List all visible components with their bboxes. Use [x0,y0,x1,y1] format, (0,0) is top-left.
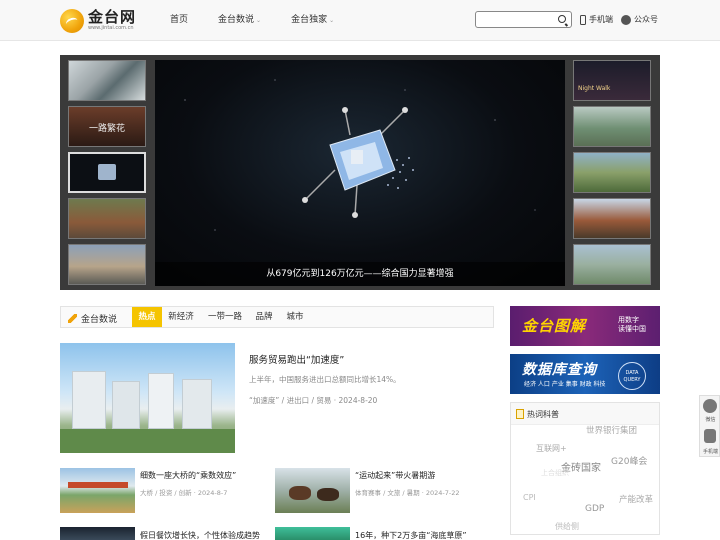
phone-icon [580,14,586,25]
banner-thumb-active[interactable] [68,152,146,193]
hot-word[interactable]: G20峰会 [611,454,647,467]
tab-new-economy[interactable]: 新经济 [165,307,197,327]
site-logo[interactable]: 金台网 www.jintai.com.cn [60,9,136,33]
banner-thumb[interactable]: Night Walk [573,60,651,101]
news-title[interactable]: 假日餐饮增长快，个性体验成趋势 [140,530,260,540]
banner-thumb[interactable] [573,244,651,285]
hot-word[interactable]: 供给侧 [555,521,579,532]
banner-thumb[interactable] [68,198,146,239]
featured-title[interactable]: 服务贸易跑出“加速度” [249,352,344,366]
wechat-icon[interactable] [703,399,717,413]
news-image[interactable] [60,527,135,540]
section-tabbar: 金台数说 热点 新经济 一带一路 品牌 城市 [60,306,494,328]
news-title[interactable]: 细数一座大桥的“乘数效应” [140,470,236,481]
banner-caption[interactable]: 从679亿元到126万亿元——综合国力显著增强 [155,266,565,279]
section-title: 金台数说 [68,312,117,325]
banner-thumb[interactable]: 一路繁花 [68,106,146,147]
hot-word[interactable]: GDP [585,504,604,514]
banner-thumb[interactable] [573,198,651,239]
search-icon[interactable] [558,15,566,23]
database-query-banner[interactable]: 数据库查询 经济 人口 产业 集事 财政 科技 DATA QUERY [510,354,660,394]
featured-summary: 上半年，中国服务进出口总额同比增长14%。 [249,375,401,384]
banner-thumb[interactable] [68,60,146,101]
featured-tags: “加速度” / 进出口 / 贸易 · 2024-8-20 [249,396,378,405]
banner-main-image[interactable]: 从679亿元到126万亿元——综合国力显著增强 [155,60,565,286]
data-query-badge: DATA QUERY [618,362,646,390]
chevron-down-icon: ⌄ [256,17,262,24]
mobile-link[interactable]: 手机端 [580,14,613,25]
nav-home[interactable]: 首页 [170,12,188,25]
nav-data-talk[interactable]: 金台数说 ⌄ [218,12,261,25]
hot-word[interactable]: 世界银行集团 [586,424,637,436]
news-image[interactable] [60,468,135,513]
site-header: 金台网 www.jintai.com.cn 首页 金台数说 ⌄ 金台独家 ⌄ 手机端… [0,0,720,41]
hot-words-panel: 热词科普 世界银行集团 互联网+ 金砖国家 G20峰会 上合组织 CPI 产能改… [510,402,660,535]
hot-word[interactable]: 互联网+ [536,443,567,454]
ad-title: 金台图解 [522,317,587,335]
ad-title: 数据库查询 [522,362,597,378]
banner-thumb[interactable] [573,152,651,193]
banner-carousel: 一路繁花 从679亿元到126万亿元——综合国力显著增强 Night Walk [60,55,660,290]
hot-word[interactable]: 产能改革 [619,493,653,505]
tab-hot[interactable]: 热点 [132,307,162,327]
nav-exclusive[interactable]: 金台独家 ⌄ [291,12,334,25]
hot-word[interactable]: CPI [523,493,536,502]
tab-brand[interactable]: 品牌 [251,307,277,327]
infographic-banner[interactable]: 金台图解 用数字 读懂中国 [510,306,660,346]
logo-text: 金台网 [88,8,137,26]
wechat-link[interactable]: 公众号 [621,14,658,25]
banner-thumb[interactable] [68,244,146,285]
news-tags: 体育赛事 / 文旅 / 暑期 · 2024-7-22 [355,489,460,497]
news-title[interactable]: “运动起来”带火暑期游 [355,470,435,481]
wechat-icon [621,14,631,25]
hot-words-title: 热词科普 [527,410,559,419]
lunar-lander-image [302,107,414,218]
featured-image[interactable] [60,343,235,453]
main-nav: 首页 金台数说 ⌄ 金台独家 ⌄ [170,12,364,25]
logo-icon [60,9,84,33]
chevron-down-icon: ⌄ [329,17,335,24]
banner-thumb[interactable] [573,106,651,147]
news-tags: 大桥 / 投资 / 创新 · 2024-8-7 [140,489,228,497]
logo-url: www.jintai.com.cn [88,25,134,31]
tab-belt-road[interactable]: 一带一路 [205,307,245,327]
tab-city[interactable]: 城市 [282,307,308,327]
document-icon [516,409,524,419]
news-image[interactable] [275,527,350,540]
hot-word[interactable]: 上合组织 [541,468,569,478]
pencil-icon [68,314,77,323]
search-input[interactable] [475,11,572,28]
phone-icon[interactable] [704,429,716,443]
news-title[interactable]: 16年，种下2万多亩“海底草原” [355,530,467,540]
floating-share-bar: 微信 手机端 [699,395,720,457]
news-image[interactable] [275,468,350,513]
